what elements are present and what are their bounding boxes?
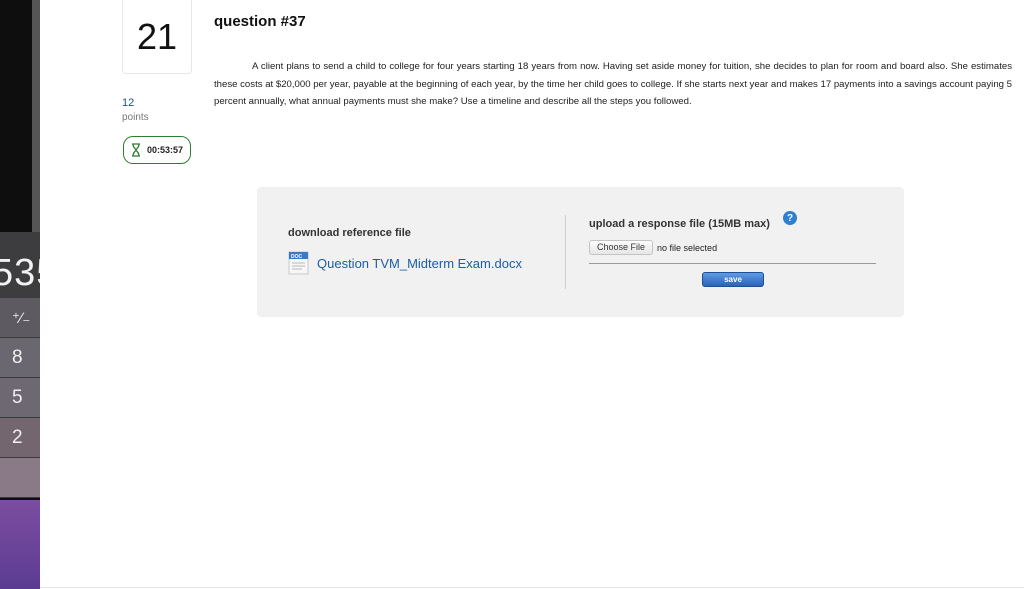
help-icon[interactable]: ? bbox=[783, 211, 797, 225]
svg-text:DOC: DOC bbox=[291, 254, 303, 260]
calculator-keys: ⁺∕₋ 8 5 2 bbox=[0, 298, 40, 498]
timer-badge: 00:53:57 bbox=[123, 136, 191, 164]
save-button[interactable]: save bbox=[702, 272, 764, 287]
page-bottom-rule bbox=[40, 587, 1024, 588]
calculator-key-2[interactable]: 2 bbox=[0, 418, 40, 458]
reference-file-name[interactable]: Question TVM_Midterm Exam.docx bbox=[317, 256, 522, 271]
file-input-row: Choose File no file selected bbox=[589, 240, 717, 255]
points-value: 12 bbox=[122, 97, 135, 109]
calculator-panel: 535 ⁺∕₋ 8 5 2 bbox=[0, 0, 40, 589]
calculator-background bbox=[0, 500, 40, 589]
calculator-key-8[interactable]: 8 bbox=[0, 338, 40, 378]
calculator-key-0[interactable] bbox=[0, 458, 40, 498]
question-number: 21 bbox=[136, 15, 178, 57]
calculator-display-edge bbox=[32, 0, 40, 232]
calculator-key-5[interactable]: 5 bbox=[0, 378, 40, 418]
word-document-icon: DOC bbox=[288, 251, 309, 275]
no-file-selected-label: no file selected bbox=[657, 242, 718, 253]
upload-rule bbox=[589, 263, 876, 264]
hourglass-icon bbox=[132, 143, 140, 157]
question-number-card: 21 bbox=[122, 0, 192, 74]
panel-divider bbox=[565, 215, 566, 289]
question-body: A client plans to send a child to colleg… bbox=[214, 61, 1012, 108]
question-title: question #37 bbox=[214, 13, 306, 30]
file-panel: download reference file DOC Question TVM… bbox=[257, 187, 904, 317]
calculator-display: 535 bbox=[0, 252, 40, 294]
timer-value: 00:53:57 bbox=[147, 145, 184, 155]
upload-title: upload a response file (15MB max) bbox=[589, 218, 770, 230]
choose-file-button[interactable]: Choose File bbox=[589, 240, 654, 255]
download-title: download reference file bbox=[288, 227, 411, 239]
calculator-key-plus-minus[interactable]: ⁺∕₋ bbox=[0, 298, 40, 338]
reference-file-link[interactable]: DOC Question TVM_Midterm Exam.docx bbox=[288, 251, 522, 275]
points-label: points bbox=[122, 112, 149, 123]
